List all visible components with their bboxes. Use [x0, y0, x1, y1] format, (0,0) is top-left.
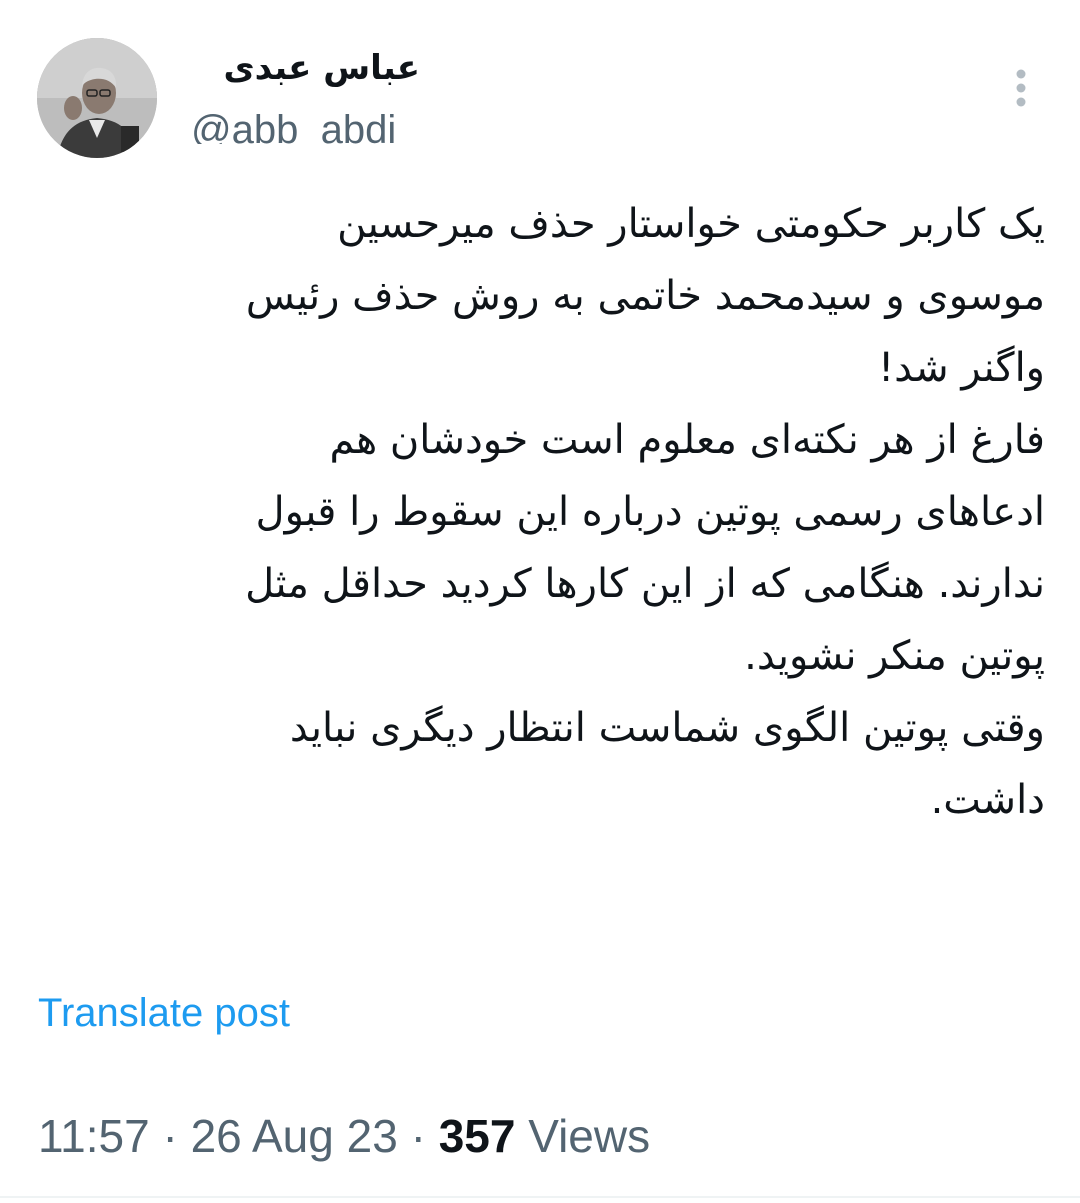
views-count: 357	[438, 1110, 516, 1162]
handle[interactable]: @abb_abdi	[191, 106, 396, 144]
tweet-text-line: داشت.	[930, 777, 1045, 823]
translate-post-link[interactable]: Translate post	[38, 988, 290, 1038]
tweet-meta: 11:57 · 26 Aug 23 · 357 Views	[38, 1107, 650, 1165]
post-time[interactable]: 11:57	[38, 1110, 150, 1162]
tweet-text-line: وقتی پوتین الگوی شماست انتظار دیگری نبای…	[289, 705, 1045, 751]
divider	[0, 1196, 1080, 1198]
meta-separator: ·	[410, 1110, 426, 1162]
tweet-text-line: ندارند. هنگامی که از این کارها کردید حدا…	[245, 561, 1045, 607]
avatar-photo	[37, 38, 157, 158]
post-date[interactable]: 26 Aug 23	[191, 1110, 398, 1162]
tweet-text-line: واگنر شد!	[878, 345, 1045, 391]
more-vertical-icon[interactable]	[1008, 66, 1034, 110]
tweet-text-line: موسوی و سیدمحمد خاتمی به روش حذف رئیس	[245, 273, 1045, 319]
tweet-text: یک کاربر حکومتی خواستار حذف میرحسین موسو…	[30, 188, 1045, 836]
views-label: Views	[528, 1110, 651, 1162]
tweet-text-line: پوتین منکر نشوید.	[744, 633, 1045, 679]
tweet-text-line: فارغ از هر نکته‌ای معلوم است خودشان هم	[329, 417, 1045, 463]
tweet: عباس عبدی @abb_abdi یک کاربر حکومتی خواس…	[0, 0, 1080, 1203]
display-name[interactable]: عباس عبدی	[190, 46, 420, 90]
tweet-text-line: یک کاربر حکومتی خواستار حذف میرحسین	[337, 201, 1045, 247]
meta-separator: ·	[162, 1110, 178, 1162]
tweet-text-line: ادعاهای رسمی پوتین درباره این سقوط را قب…	[255, 489, 1046, 535]
avatar[interactable]	[37, 38, 157, 158]
